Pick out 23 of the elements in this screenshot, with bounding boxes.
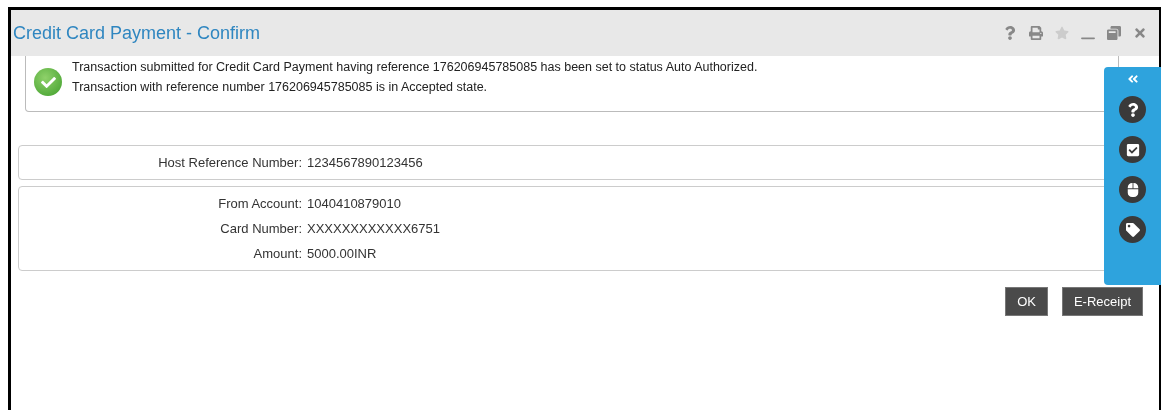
mouse-icon[interactable] <box>1119 176 1146 203</box>
field-label: Card Number: <box>219 221 302 236</box>
restore-icon[interactable] <box>1107 26 1121 40</box>
window-title: Credit Card Payment - Confirm <box>13 22 262 44</box>
help-icon[interactable] <box>1119 96 1146 123</box>
field-value: 1040410879010 <box>307 196 401 211</box>
message-text: Transaction with reference number 176206945785085 is in Accepted state. <box>72 80 489 94</box>
tag-icon[interactable] <box>1119 216 1146 243</box>
star-icon[interactable] <box>1055 26 1069 40</box>
field-label: Host Reference Number: <box>157 155 302 170</box>
printer-icon[interactable] <box>1029 26 1043 40</box>
field-value: 1234567890123456 <box>307 155 423 170</box>
checkbox-icon[interactable] <box>1119 136 1146 163</box>
message-text: Transaction submitted for Credit Card Payment having reference 176206945785085 has been set to status Auto Authorized. <box>72 60 758 74</box>
close-icon[interactable] <box>1133 26 1147 40</box>
field-label: Amount: <box>252 246 302 261</box>
ok-button[interactable]: OK <box>1005 287 1048 316</box>
collapse-icon[interactable] <box>1126 73 1139 85</box>
field-value: 5000.00INR <box>307 246 377 261</box>
check-icon <box>34 68 62 96</box>
field-label: From Account: <box>217 196 302 211</box>
field-value: XXXXXXXXXXXX6751 <box>307 221 440 236</box>
receipt-button[interactable]: E-Receipt <box>1061 287 1143 316</box>
